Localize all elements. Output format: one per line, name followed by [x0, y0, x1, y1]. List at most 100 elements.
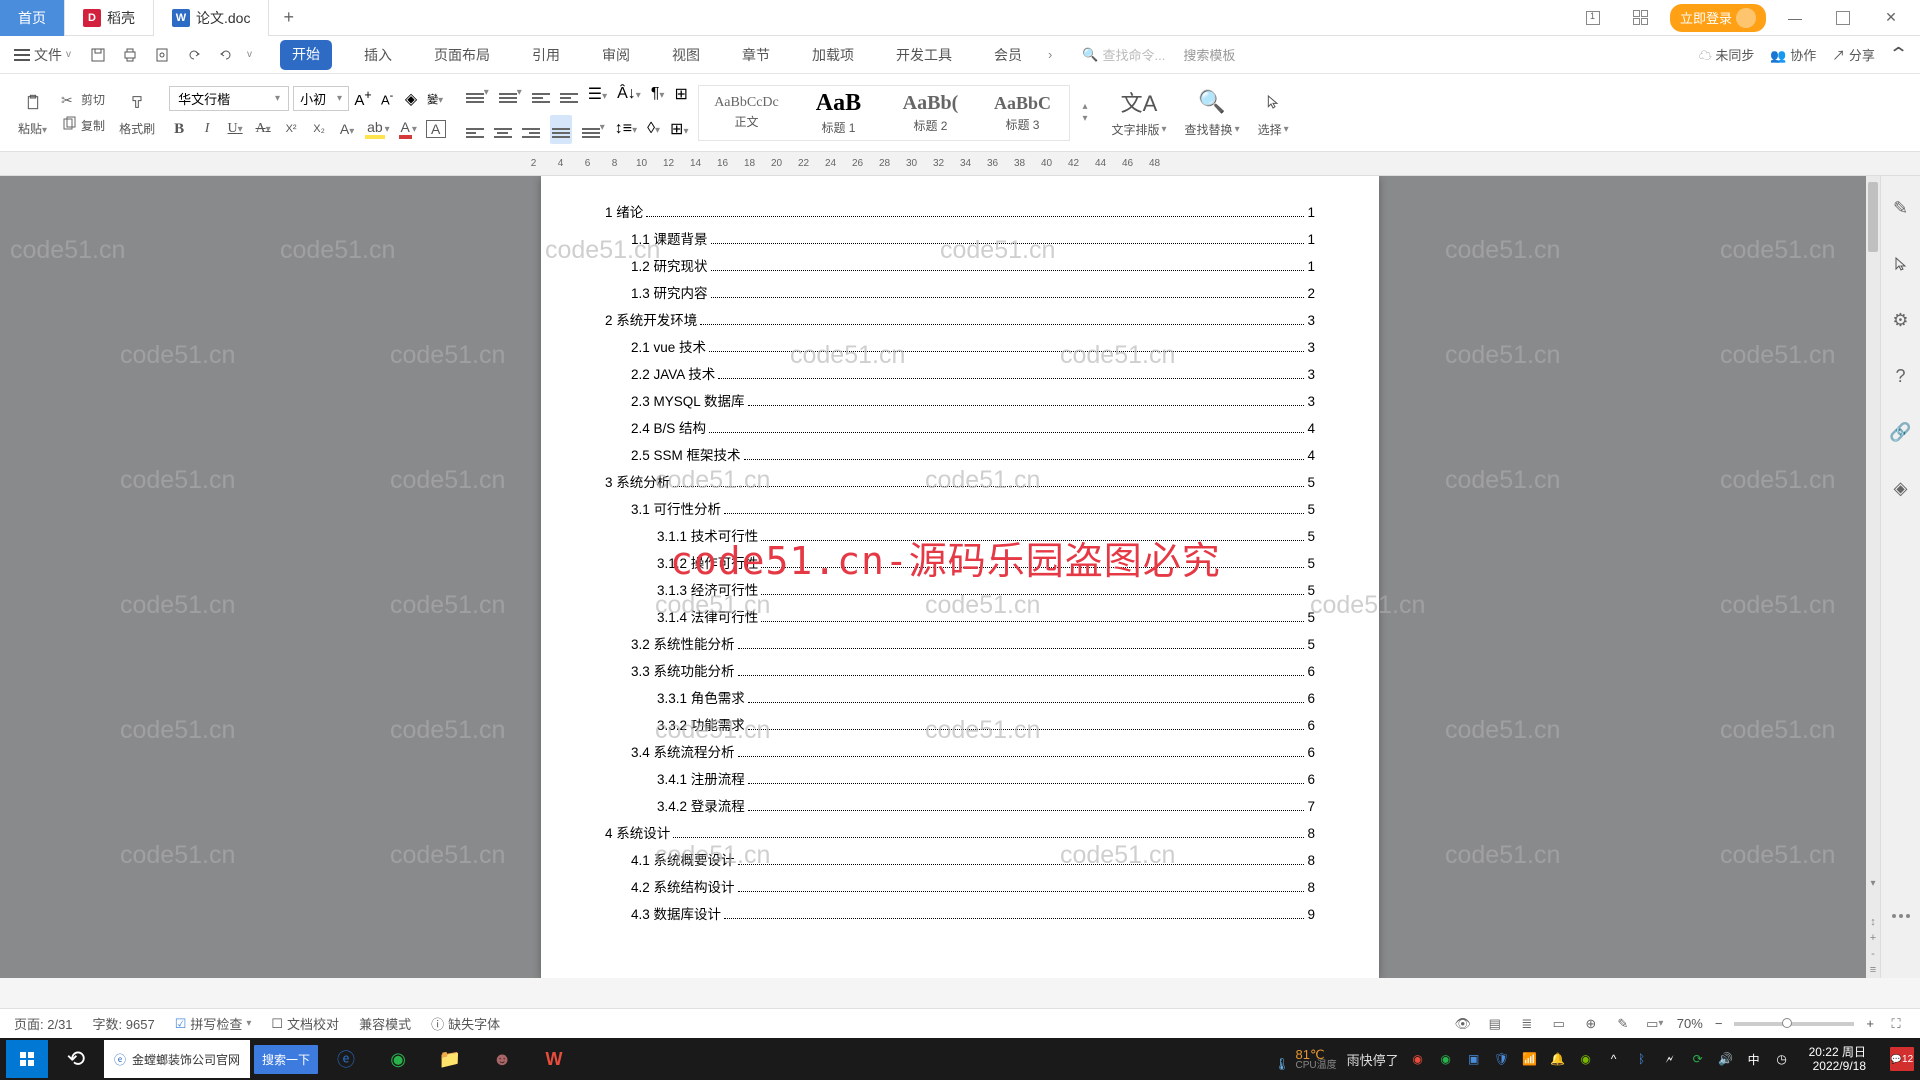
- copy-button[interactable]: 复制: [61, 116, 105, 135]
- page-view-icon[interactable]: ▤: [1485, 1014, 1505, 1034]
- align-right-button[interactable]: [522, 117, 540, 142]
- paste-group[interactable]: 粘贴▾: [14, 88, 51, 137]
- scroll-prev-page-icon[interactable]: ↕: [1870, 916, 1876, 928]
- fullscreen-icon[interactable]: ⛶: [1886, 1014, 1906, 1034]
- superscript-button[interactable]: X²: [281, 123, 301, 135]
- battery-icon[interactable]: 🗲: [1661, 1050, 1679, 1068]
- bluetooth-icon[interactable]: ᛒ: [1633, 1050, 1651, 1068]
- tab-add[interactable]: +: [269, 7, 308, 28]
- toc-line[interactable]: 2 系统开发环境3: [605, 309, 1315, 329]
- border-button[interactable]: ⊞▾: [670, 119, 688, 139]
- style-preview[interactable]: AaBb(标题 2: [885, 90, 975, 136]
- eye-icon[interactable]: 👁: [1453, 1014, 1473, 1034]
- distribute-button[interactable]: ▾: [582, 117, 605, 142]
- ribbon-tab-9[interactable]: 会员: [984, 40, 1032, 70]
- indent-button[interactable]: [560, 82, 578, 107]
- ruler[interactable]: 2468101214161820222426283032343638404244…: [0, 152, 1920, 176]
- ribbon-tab-6[interactable]: 章节: [732, 40, 780, 70]
- sync-status[interactable]: ☁ 未同步: [1699, 45, 1755, 64]
- toc-line[interactable]: 4.2 系统结构设计8: [605, 876, 1315, 896]
- asian-layout-button[interactable]: ☰▾: [588, 84, 607, 104]
- toc-line[interactable]: 1.1 课题背景1: [605, 228, 1315, 248]
- toc-line[interactable]: 3.2 系统性能分析5: [605, 633, 1315, 653]
- toc-line[interactable]: 3.1.4 法律可行性5: [605, 606, 1315, 626]
- toc-line[interactable]: 3.4.2 登录流程7: [605, 795, 1315, 815]
- start-button[interactable]: [6, 1040, 48, 1078]
- word-count[interactable]: 字数: 9657: [93, 1014, 155, 1033]
- wechat-icon[interactable]: ◉: [374, 1040, 422, 1078]
- sort-button[interactable]: Â↓▾: [617, 85, 641, 103]
- tray-shield-icon[interactable]: 🛡: [1493, 1050, 1511, 1068]
- maximize-button[interactable]: [1824, 3, 1862, 33]
- font-color-button[interactable]: A▾: [398, 119, 418, 139]
- ribbon-tab-0[interactable]: 开始: [280, 40, 332, 70]
- undo-icon[interactable]: [183, 44, 205, 66]
- tab-stop-button[interactable]: ⊞: [674, 84, 687, 104]
- tray-app2-icon[interactable]: ◉: [1437, 1050, 1455, 1068]
- cpu-temp-widget[interactable]: 🌡 81℃ CPU温度: [1274, 1048, 1336, 1071]
- toc-line[interactable]: 1.2 研究现状1: [605, 255, 1315, 275]
- toc-line[interactable]: 1.3 研究内容2: [605, 282, 1315, 302]
- tab-home[interactable]: 首页: [0, 0, 65, 36]
- clock-tray-icon[interactable]: ◷: [1773, 1050, 1791, 1068]
- toc-line[interactable]: 3 系统分析5: [605, 471, 1315, 491]
- close-button[interactable]: ✕: [1872, 3, 1910, 33]
- clear-format-icon[interactable]: ◈: [401, 89, 421, 109]
- toc-line[interactable]: 2.4 B/S 结构4: [605, 417, 1315, 437]
- login-button[interactable]: 立即登录: [1670, 4, 1766, 32]
- style-scroll[interactable]: ▴▾: [1082, 101, 1087, 124]
- search-taskbar[interactable]: 搜索一下: [254, 1045, 318, 1074]
- shading-button[interactable]: ◊▾: [647, 120, 660, 138]
- font-size-select[interactable]: 小初▾: [293, 86, 349, 111]
- print-icon[interactable]: [119, 44, 141, 66]
- tray-app3-icon[interactable]: ▣: [1465, 1050, 1483, 1068]
- paragraph-marks-button[interactable]: ¶▾: [651, 85, 665, 103]
- minimize-button[interactable]: —: [1776, 3, 1814, 33]
- pencil-tool-icon[interactable]: ✎: [1889, 196, 1913, 220]
- styles-gallery[interactable]: AaBbCcDc正文AaB标题 1AaBb(标题 2AaBbC标题 3: [698, 85, 1070, 141]
- highlight-button[interactable]: ab▾: [365, 119, 390, 139]
- notification-badge[interactable]: 💬12: [1890, 1047, 1914, 1071]
- grid-apps-icon[interactable]: [1622, 3, 1660, 33]
- style-preview[interactable]: AaBbCcDc正文: [701, 93, 791, 132]
- toc-line[interactable]: 2.2 JAVA 技术3: [605, 363, 1315, 383]
- align-center-button[interactable]: [494, 117, 512, 142]
- char-effect-button[interactable]: A▾: [337, 121, 357, 137]
- zoom-out-button[interactable]: −: [1715, 1016, 1723, 1031]
- bullets-button[interactable]: ▾: [466, 82, 489, 107]
- location-icon[interactable]: ◈: [1889, 476, 1913, 500]
- print-preview-icon[interactable]: [151, 44, 173, 66]
- italic-button[interactable]: I: [197, 121, 217, 137]
- share-button[interactable]: ↗ 分享: [1832, 45, 1875, 64]
- align-left-button[interactable]: [466, 117, 484, 142]
- numbering-button[interactable]: ▾: [499, 82, 522, 107]
- page-indicator[interactable]: 页面: 2/31: [14, 1014, 73, 1033]
- app-brown-icon[interactable]: ☻: [478, 1040, 526, 1078]
- search-input[interactable]: 查找命令...: [1103, 45, 1166, 64]
- vertical-scrollbar[interactable]: ▾ ↕+-≡: [1866, 176, 1880, 978]
- font-name-select[interactable]: 华文行楷▾: [169, 86, 289, 111]
- settings-sliders-icon[interactable]: ⚙: [1889, 308, 1913, 332]
- nvidia-icon[interactable]: ◉: [1577, 1050, 1595, 1068]
- help-icon[interactable]: ?: [1889, 364, 1913, 388]
- toc-line[interactable]: 4.1 系统概要设计8: [605, 849, 1315, 869]
- tab-document[interactable]: W论文.doc: [154, 0, 269, 36]
- save-icon[interactable]: [87, 44, 109, 66]
- volume-icon[interactable]: 🔊: [1717, 1050, 1735, 1068]
- subscript-button[interactable]: X₂: [309, 123, 329, 135]
- outline-view-icon[interactable]: ≣: [1517, 1014, 1537, 1034]
- bell-icon[interactable]: 🔔: [1549, 1050, 1567, 1068]
- cursor-tool-icon[interactable]: [1889, 252, 1913, 276]
- wifi-icon[interactable]: 📶: [1521, 1050, 1539, 1068]
- ribbon-tab-1[interactable]: 插入: [354, 40, 402, 70]
- outdent-button[interactable]: [532, 82, 550, 107]
- toc-line[interactable]: 3.1 可行性分析5: [605, 498, 1315, 518]
- format-brush-group[interactable]: 格式刷: [115, 88, 159, 137]
- qa-customize-icon[interactable]: v: [247, 49, 252, 60]
- ime-icon[interactable]: 中: [1745, 1050, 1763, 1068]
- web-view-icon[interactable]: ⊕: [1581, 1014, 1601, 1034]
- ribbon-tab-7[interactable]: 加载项: [802, 40, 864, 70]
- ie-browser-icon[interactable]: ⓔ 金螳螂装饰公司官网: [104, 1040, 250, 1078]
- explorer-icon[interactable]: 📁: [426, 1040, 474, 1078]
- text-layout-button[interactable]: 文A文字排版▾: [1112, 87, 1167, 138]
